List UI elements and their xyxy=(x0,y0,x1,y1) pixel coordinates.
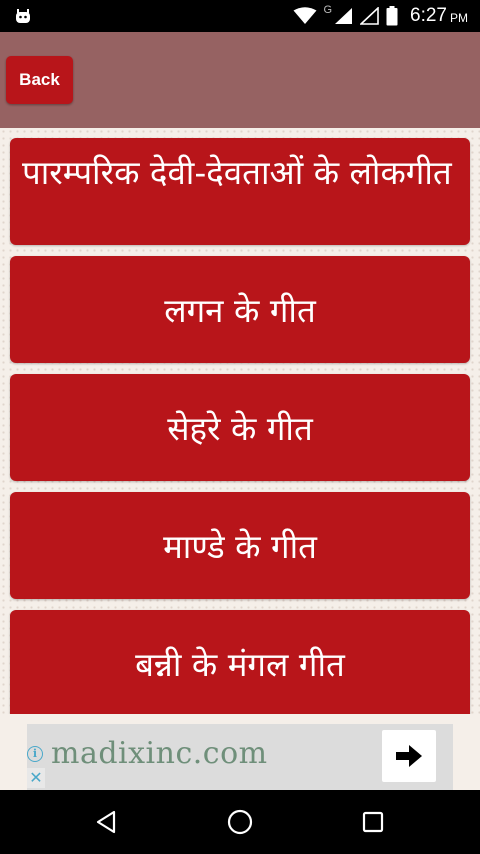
ad-arrow-button[interactable] xyxy=(382,730,436,782)
wifi-icon xyxy=(293,7,317,24)
clock-ampm: PM xyxy=(450,11,468,25)
nav-home-button[interactable] xyxy=(220,802,260,842)
back-triangle-icon xyxy=(96,810,116,834)
android-notification-icon xyxy=(16,9,30,23)
ad-close-icon[interactable]: ✕ xyxy=(27,768,45,788)
battery-icon xyxy=(386,6,398,26)
cell-signal-empty-icon xyxy=(360,7,379,25)
ad-strip: madixinc.com i ✕ xyxy=(0,714,480,790)
recents-square-icon xyxy=(362,811,384,833)
menu-item-mande-geet[interactable]: माण्डे के गीत xyxy=(10,492,470,599)
menu-item-devi-devta-lokgeet[interactable]: पारम्परिक देवी-देवताओं के लोकगीत xyxy=(10,138,470,245)
ad-info-icon[interactable]: i xyxy=(27,746,43,762)
clock-time: 6:27 xyxy=(410,5,447,26)
cell-signal-icon xyxy=(335,8,353,24)
status-bar: G 6:27 PM xyxy=(0,0,480,32)
menu-item-banni-mangal-geet[interactable]: बन्नी के मंगल गीत xyxy=(10,610,470,714)
ad-text[interactable]: madixinc.com xyxy=(51,736,268,771)
top-bar: Back xyxy=(0,32,480,128)
nav-back-button[interactable] xyxy=(87,802,127,842)
menu-list: पारम्परिक देवी-देवताओं के लोकगीत लगन के … xyxy=(0,128,480,714)
nav-recents-button[interactable] xyxy=(353,802,393,842)
network-type-label: G xyxy=(323,4,333,16)
home-circle-icon xyxy=(227,809,253,835)
menu-item-lagan-geet[interactable]: लगन के गीत xyxy=(10,256,470,363)
ad-banner[interactable]: madixinc.com xyxy=(27,724,453,790)
arrow-right-icon xyxy=(396,745,422,767)
menu-item-sehre-geet[interactable]: सेहरे के गीत xyxy=(10,374,470,481)
navigation-bar xyxy=(0,790,480,854)
back-button[interactable]: Back xyxy=(6,56,73,104)
